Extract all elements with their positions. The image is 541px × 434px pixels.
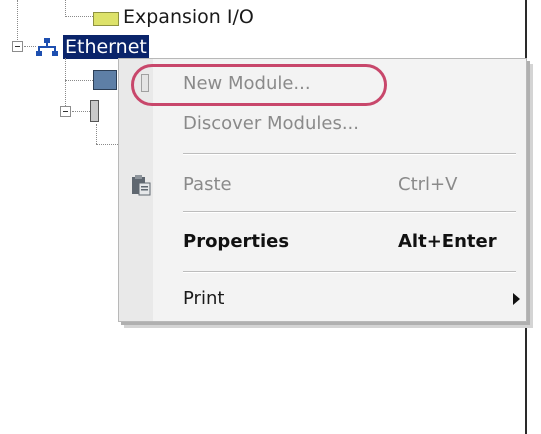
tree-line [17,0,18,40]
menu-item-print[interactable]: Print [119,279,526,319]
tree-line [24,46,36,47]
tree-line [96,144,118,145]
tree-line [72,111,90,112]
folder-icon [93,12,119,26]
menu-item-shortcut: Ctrl+V [398,174,458,195]
tree-item-ethernet[interactable]: Ethernet [63,35,149,59]
tree-line [96,124,97,144]
menu-item-label: Paste [183,174,232,195]
menu-separator [183,153,516,155]
menu-separator [183,271,516,273]
network-icon [36,38,58,56]
menu-item-label: Properties [183,231,290,252]
menu-item-label: Print [183,288,225,309]
menu-separator [183,211,516,213]
clipboard-icon [132,175,151,196]
tree-item-expansion-io[interactable]: Expansion I/O [93,6,268,30]
collapse-toggle[interactable] [60,106,71,117]
controller-icon [90,100,99,122]
tree-line [65,0,66,17]
highlight-oval-annotation [131,64,387,106]
menu-item-shortcut: Alt+Enter [398,231,497,252]
menu-item-paste[interactable]: Paste Ctrl+V [119,165,526,205]
tree-line [65,80,93,81]
menu-item-label: Discover Modules... [183,113,359,134]
submenu-arrow-icon [513,293,520,305]
tree-line [65,16,93,17]
menu-item-discover-modules[interactable]: Discover Modules... [119,104,526,144]
module-icon [93,70,117,90]
collapse-toggle[interactable] [12,41,23,52]
tree-line [65,58,66,106]
menu-item-properties[interactable]: Properties Alt+Enter [119,222,526,262]
tree-item-label: Expansion I/O [123,6,254,28]
